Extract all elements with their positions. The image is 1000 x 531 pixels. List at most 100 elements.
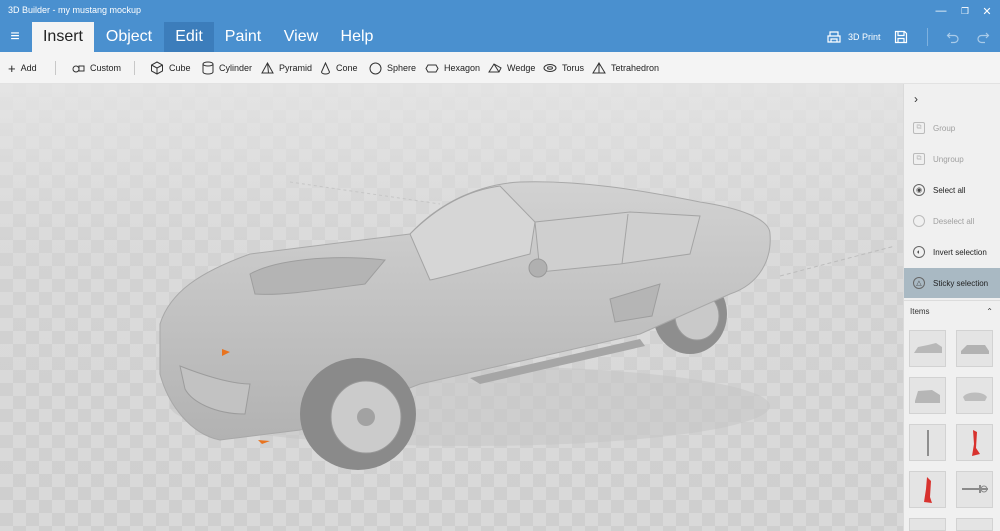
sticky-selection-button[interactable]: △ Sticky selection xyxy=(904,268,1000,298)
minimize-icon: — xyxy=(935,5,947,17)
save-icon xyxy=(894,30,908,44)
item-thumbnail[interactable] xyxy=(956,424,993,461)
invert-selection-button[interactable]: ◐ Invert selection xyxy=(904,237,1000,267)
close-button[interactable]: ✕ xyxy=(974,0,1000,22)
tab-paint[interactable]: Paint xyxy=(218,22,268,52)
ungroup-label: Ungroup xyxy=(933,154,964,164)
pyramid-button[interactable]: Pyramid xyxy=(261,52,312,84)
hexagon-icon xyxy=(425,64,439,72)
select-all-button[interactable]: ◉ Select all xyxy=(904,175,1000,205)
hamburger-menu-button[interactable]: ≡ xyxy=(4,26,26,48)
redo-button[interactable] xyxy=(972,27,994,47)
sticky-selection-label: Sticky selection xyxy=(933,278,989,288)
cube-label: Cube xyxy=(169,63,191,73)
deselect-all-label: Deselect all xyxy=(933,216,975,226)
item-thumbnail[interactable] xyxy=(909,518,946,531)
3d-print-label: 3D Print xyxy=(848,32,881,42)
item-thumbnail[interactable] xyxy=(909,377,946,414)
ungroup-button[interactable]: ⧉ Ungroup xyxy=(904,144,1000,174)
window-title: 3D Builder - my mustang mockup xyxy=(8,5,142,15)
items-header[interactable]: Items ⌃ xyxy=(904,300,1000,322)
custom-label: Custom xyxy=(90,63,122,73)
add-label: Add xyxy=(20,63,37,73)
deselect-all-button[interactable]: Deselect all xyxy=(904,206,1000,236)
printer-icon xyxy=(827,31,841,43)
cylinder-button[interactable]: Cylinder xyxy=(202,52,252,84)
insert-toolbar: + Add Custom Cube Cylinder Pyramid Cone … xyxy=(0,52,1000,84)
item-thumbnail[interactable] xyxy=(956,471,993,508)
hexagon-button[interactable]: Hexagon xyxy=(425,52,480,84)
group-label: Group xyxy=(933,123,956,133)
sticky-selection-icon: △ xyxy=(913,277,925,289)
select-all-icon: ◉ xyxy=(913,184,925,196)
undo-button[interactable] xyxy=(942,27,964,47)
red-part-thumbnail xyxy=(923,476,932,503)
pyramid-label: Pyramid xyxy=(279,63,313,73)
car-body-thumbnail xyxy=(913,342,942,353)
tab-view[interactable]: View xyxy=(276,22,326,52)
tetrahedron-label: Tetrahedron xyxy=(611,63,660,73)
custom-button[interactable]: Custom xyxy=(72,52,121,84)
cube-button[interactable]: Cube xyxy=(150,52,191,84)
bumper-thumbnail xyxy=(962,392,987,401)
front-hub xyxy=(357,408,375,426)
tab-insert[interactable]: Insert xyxy=(32,22,94,52)
tab-edit[interactable]: Edit xyxy=(164,22,214,52)
chevron-right-icon: › xyxy=(914,92,918,106)
item-thumbnail[interactable] xyxy=(956,330,993,367)
add-button[interactable]: + Add xyxy=(8,52,37,84)
torus-icon xyxy=(543,64,557,72)
tetrahedron-button[interactable]: Tetrahedron xyxy=(592,52,659,84)
scene xyxy=(0,84,903,531)
invert-selection-icon: ◐ xyxy=(913,246,925,258)
expand-panel-button[interactable]: › xyxy=(914,92,918,106)
torus-label: Torus xyxy=(562,63,585,73)
ungroup-icon: ⧉ xyxy=(913,153,925,165)
pyramid-icon xyxy=(261,61,274,73)
invert-selection-label: Invert selection xyxy=(933,247,987,257)
custom-shapes-icon xyxy=(72,65,85,72)
menu-divider xyxy=(927,28,928,46)
red-part-thumbnail xyxy=(971,429,980,456)
cone-icon xyxy=(320,61,331,74)
item-thumbnail[interactable] xyxy=(909,330,946,367)
collapse-icon: ⌃ xyxy=(986,307,993,316)
cone-label: Cone xyxy=(336,63,358,73)
axle-thumbnail xyxy=(926,429,929,456)
sphere-label: Sphere xyxy=(387,63,417,73)
sphere-button[interactable]: Sphere xyxy=(369,52,416,84)
side-mirror xyxy=(528,258,548,278)
restore-icon: ❐ xyxy=(960,5,970,16)
cone-button[interactable]: Cone xyxy=(320,52,358,84)
redo-icon xyxy=(977,32,990,44)
title-bar: 3D Builder - my mustang mockup — ❐ ✕ xyxy=(0,0,1000,22)
menu-bar: ≡ Insert Object Edit Paint View Help 3D … xyxy=(0,22,1000,52)
torus-button[interactable]: Torus xyxy=(543,52,584,84)
tetrahedron-icon xyxy=(592,61,606,73)
group-button[interactable]: ⧉ Group xyxy=(904,113,1000,143)
tab-object[interactable]: Object xyxy=(98,22,160,52)
cylinder-label: Cylinder xyxy=(219,63,253,73)
deselect-all-icon xyxy=(913,215,925,227)
group-icon: ⧉ xyxy=(913,122,925,134)
close-icon: ✕ xyxy=(982,5,992,18)
item-thumbnail[interactable] xyxy=(909,471,946,508)
cube-icon xyxy=(151,61,163,75)
item-thumbnail[interactable] xyxy=(909,424,946,461)
interior-thumbnail xyxy=(914,389,940,403)
wedge-button[interactable]: Wedge xyxy=(488,52,535,84)
3d-viewport[interactable] xyxy=(0,84,903,531)
save-button[interactable] xyxy=(890,27,912,47)
item-thumbnail[interactable] xyxy=(956,518,993,531)
minimize-button[interactable]: — xyxy=(928,0,954,22)
3d-print-button[interactable]: 3D Print xyxy=(826,27,881,47)
hexagon-label: Hexagon xyxy=(444,63,481,73)
item-thumbnail[interactable] xyxy=(956,377,993,414)
toolbar-divider xyxy=(55,61,56,75)
select-all-label: Select all xyxy=(933,185,966,195)
hamburger-icon: ≡ xyxy=(10,28,20,45)
tab-help[interactable]: Help xyxy=(334,22,380,52)
plus-icon: + xyxy=(8,60,16,76)
chassis-thumbnail xyxy=(960,344,989,354)
bracket-thumbnail xyxy=(961,484,988,493)
